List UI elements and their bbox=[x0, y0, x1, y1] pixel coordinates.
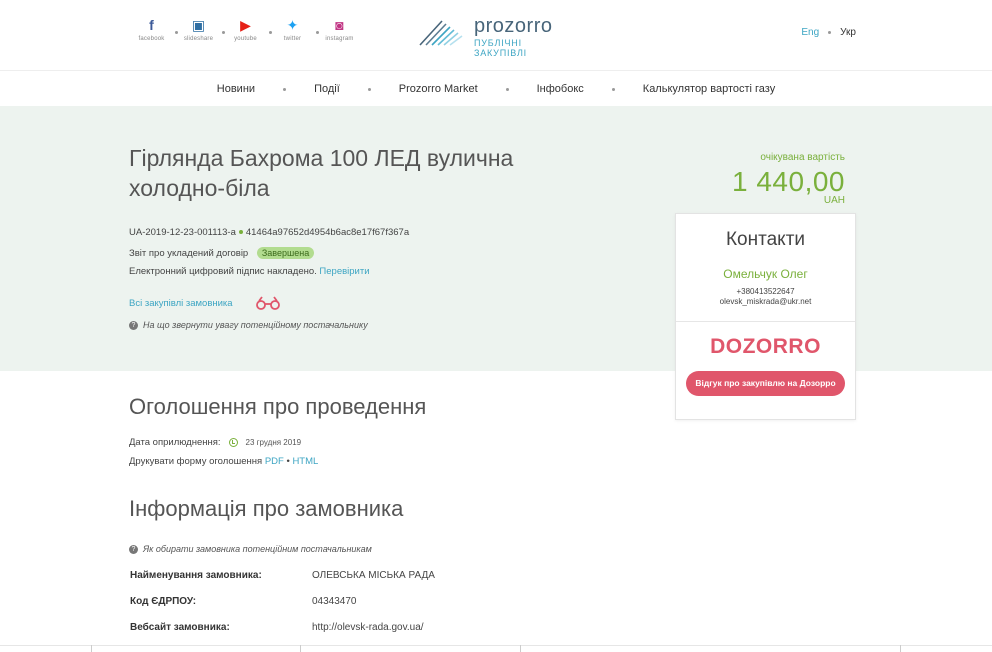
customer-edrpou: 04343470 bbox=[312, 596, 357, 607]
customer-heading: Інформація про замовника bbox=[129, 496, 404, 521]
dozorro-review-button[interactable]: Відгук про закупівлю на Дозорро bbox=[686, 371, 845, 396]
supplier-hint-text: На що звернути увагу потенційному постач… bbox=[143, 320, 368, 330]
report-label: Звіт про укладений договір bbox=[129, 248, 249, 259]
main-nav: Новини Події Prozorro Market Інфобокс Ка… bbox=[0, 71, 992, 107]
customer-hint[interactable]: ? Як обирати замовника потенційним постач… bbox=[129, 544, 372, 555]
print-form-row: Друкувати форму оголошення PDF • HTML bbox=[129, 456, 318, 467]
social-facebook[interactable]: f facebook bbox=[128, 14, 178, 42]
social-label: twitter bbox=[283, 36, 302, 42]
social-links: f facebook ▣ slideshare ▶ youtube ✦ twit… bbox=[128, 14, 363, 42]
social-label: facebook bbox=[138, 36, 165, 42]
prozorro-logo[interactable]: prozorro ПУБЛІЧНІ ЗАКУПІВЛІ bbox=[416, 15, 576, 58]
table-column-divider bbox=[300, 645, 301, 652]
print-form-label: Друкувати форму оголошення bbox=[129, 456, 263, 467]
social-instagram[interactable]: ◙ instagram bbox=[316, 14, 363, 42]
contacts-card: Контакти Омельчук Олег +380413522647 ole… bbox=[675, 213, 856, 420]
contact-name: Омельчук Олег bbox=[723, 267, 808, 281]
social-label: slideshare bbox=[183, 36, 214, 42]
customer-website-link[interactable]: http://olevsk-rada.gov.ua/ bbox=[312, 622, 424, 633]
signature-row: Електронний цифровий підпис накладено. П… bbox=[129, 266, 370, 277]
separator-dot bbox=[238, 229, 243, 234]
divider bbox=[676, 321, 855, 322]
social-slideshare[interactable]: ▣ slideshare bbox=[175, 14, 225, 42]
separator-dot bbox=[367, 87, 371, 91]
announcement-heading: Оголошення про проведення bbox=[129, 394, 427, 419]
lang-ua-link[interactable]: Укр bbox=[840, 27, 856, 38]
status-badge: Завершена bbox=[256, 247, 315, 259]
question-icon: ? bbox=[129, 545, 138, 555]
social-label: youtube bbox=[234, 36, 257, 42]
contact-phone: +380413522647 bbox=[736, 287, 795, 296]
social-twitter[interactable]: ✦ twitter bbox=[269, 14, 319, 42]
contacts-title: Контакти bbox=[725, 229, 806, 250]
tender-title: Гірлянда Бахрома 100 ЛЕД вулична холодно… bbox=[129, 145, 514, 201]
instagram-icon: ◙ bbox=[335, 17, 344, 33]
publication-date-row: Дата оприлюднення: 23 грудня 2019 bbox=[129, 437, 301, 448]
logo-wordmark: prozorro bbox=[474, 15, 553, 37]
logo-subtitle: ПУБЛІЧНІ ЗАКУПІВЛІ bbox=[474, 38, 527, 58]
separator-dot bbox=[828, 31, 832, 34]
print-pdf-link[interactable]: PDF bbox=[265, 456, 284, 467]
publication-date: 23 грудня 2019 bbox=[245, 438, 302, 447]
dozorro-logo: DOZORRO bbox=[710, 335, 821, 358]
customer-hint-text: Як обирати замовника потенційним постача… bbox=[143, 544, 372, 554]
binoculars-icon[interactable] bbox=[254, 296, 282, 310]
separator-dot bbox=[283, 87, 287, 91]
table-column-divider bbox=[91, 645, 92, 652]
table-bottom-border bbox=[0, 645, 992, 646]
lang-en-link[interactable]: Eng bbox=[801, 27, 819, 38]
prozorro-logo-mark-icon bbox=[419, 20, 463, 46]
info-key: Вебсайт замовника: bbox=[130, 622, 230, 633]
main-nav-bar: Новини Події Prozorro Market Інфобокс Ка… bbox=[0, 70, 992, 106]
info-key: Найменування замовника: bbox=[130, 570, 262, 581]
print-html-link[interactable]: HTML bbox=[292, 456, 318, 467]
separator-dot bbox=[611, 87, 615, 91]
top-header: f facebook ▣ slideshare ▶ youtube ✦ twit… bbox=[0, 0, 992, 70]
expected-value-label: очікувана вартість bbox=[760, 152, 845, 163]
nav-item-gas-calculator[interactable]: Калькулятор вартості газу bbox=[643, 83, 775, 95]
tender-hash: 41464a97652d4954b6ac8e17f67f367a bbox=[245, 227, 410, 238]
language-switcher: Eng Укр bbox=[801, 27, 856, 38]
clock-icon bbox=[228, 437, 238, 447]
question-icon: ? bbox=[129, 321, 138, 331]
social-label: instagram bbox=[325, 36, 354, 42]
separator-dot: • bbox=[286, 456, 290, 467]
nav-item-news[interactable]: Новини bbox=[217, 83, 255, 95]
twitter-icon: ✦ bbox=[286, 17, 299, 33]
contact-email: olevsk_miskrada@ukr.net bbox=[719, 297, 812, 306]
separator-dot bbox=[505, 87, 509, 91]
tender-id: UA-2019-12-23-001113-a bbox=[129, 227, 236, 238]
nav-item-events[interactable]: Події bbox=[314, 83, 340, 95]
signature-text: Електронний цифровий підпис накладено. bbox=[129, 266, 317, 277]
currency: UAH bbox=[823, 195, 845, 206]
customer-name: ОЛЕВСЬКА МІСЬКА РАДА bbox=[312, 570, 435, 581]
nav-item-market[interactable]: Prozorro Market bbox=[399, 83, 478, 95]
table-column-divider bbox=[900, 645, 901, 652]
report-row: Звіт про укладений договір Завершена bbox=[129, 247, 315, 259]
all-customer-tenders-link[interactable]: Всі закупівлі замовника bbox=[129, 298, 233, 309]
supplier-hint[interactable]: ? На що звернути увагу потенційному поста… bbox=[129, 320, 368, 331]
table-column-divider bbox=[520, 645, 521, 652]
youtube-icon: ▶ bbox=[240, 17, 251, 33]
tender-id-row: UA-2019-12-23-001113-a 41464a97652d4954b6… bbox=[129, 227, 409, 238]
nav-item-infobox[interactable]: Інфобокс bbox=[537, 83, 584, 95]
publication-date-label: Дата оприлюднення: bbox=[129, 437, 221, 448]
verify-signature-link[interactable]: Перевірити bbox=[319, 266, 369, 277]
facebook-icon: f bbox=[149, 17, 154, 33]
info-key: Код ЄДРПОУ: bbox=[130, 596, 197, 607]
social-youtube[interactable]: ▶ youtube bbox=[222, 14, 272, 42]
expected-amount: 1 440,00 bbox=[732, 166, 845, 197]
slideshare-icon: ▣ bbox=[191, 17, 206, 33]
